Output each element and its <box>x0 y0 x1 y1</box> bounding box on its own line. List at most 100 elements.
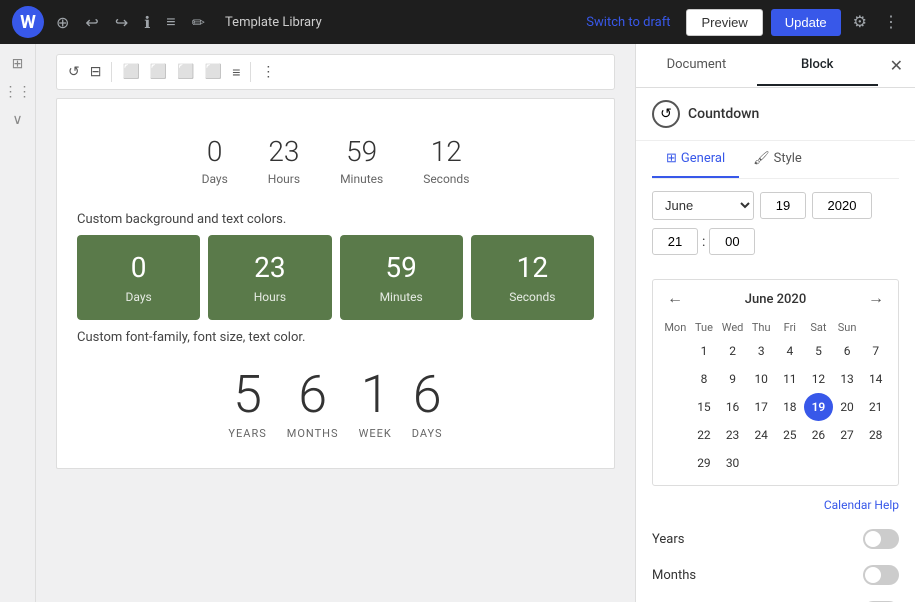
calendar-title: June 2020 <box>745 292 806 307</box>
cal-day-3[interactable]: 3 <box>747 337 776 365</box>
countdown-large-days3-value: 6 <box>412 369 443 421</box>
cal-day-19-today[interactable]: 19 <box>804 393 833 421</box>
cal-day-20[interactable]: 20 <box>833 393 862 421</box>
day-input[interactable] <box>760 192 806 219</box>
cal-day-29[interactable]: 29 <box>690 449 719 477</box>
section-text-2: Custom font-family, font size, text colo… <box>77 320 594 353</box>
settings-icon[interactable]: ⚙ <box>849 8 871 36</box>
countdown-minutes-value-1: 59 <box>340 135 383 168</box>
cal-day-2[interactable]: 2 <box>718 337 747 365</box>
toggle-years[interactable] <box>863 529 899 549</box>
cal-day-25[interactable]: 25 <box>776 421 805 449</box>
countdown-colored-unit-hours: 23 Hours <box>208 235 331 320</box>
cal-day-7[interactable]: 7 <box>861 337 890 365</box>
year-input[interactable] <box>812 192 872 219</box>
align-justify-icon[interactable]: ⬜ <box>202 61 225 83</box>
switch-draft-link[interactable]: Switch to draft <box>586 15 670 30</box>
style-icon: 🖌 <box>753 151 770 166</box>
cal-day-26[interactable]: 26 <box>804 421 833 449</box>
cal-day-30[interactable]: 30 <box>718 449 747 477</box>
cal-day-21[interactable]: 21 <box>861 393 890 421</box>
cal-day-8[interactable]: 8 <box>690 365 719 393</box>
minute-input[interactable] <box>709 228 755 255</box>
calendar: ← June 2020 → Mon Tue Wed Thu Fri Sat Su… <box>652 279 899 486</box>
calendar-help-row: Calendar Help <box>636 498 915 521</box>
cal-day-1[interactable]: 1 <box>690 337 719 365</box>
countdown-large: 5 YEARS 6 MONTHS 1 WEEK 6 DAYS <box>77 353 594 448</box>
calendar-help-link[interactable]: Calendar Help <box>824 498 899 512</box>
cal-day-28[interactable]: 28 <box>861 421 890 449</box>
tab-document[interactable]: Document <box>636 45 757 86</box>
weekday-thu: Thu <box>747 318 776 337</box>
sub-tab-general[interactable]: ⊞ General <box>652 141 739 178</box>
cal-day-22[interactable]: 22 <box>690 421 719 449</box>
countdown-large-week-label: WEEK <box>359 427 392 440</box>
cal-day-18[interactable]: 18 <box>776 393 805 421</box>
more-options-icon[interactable]: ⋮ <box>879 8 903 36</box>
calendar-week-1: 1 2 3 4 5 6 7 <box>661 337 890 365</box>
cal-day-6[interactable]: 6 <box>833 337 862 365</box>
wp-logo[interactable]: W <box>12 6 44 38</box>
text-align-icon[interactable]: ≡ <box>229 61 243 84</box>
countdown-large-months-label: MONTHS <box>287 427 339 440</box>
align-icon[interactable]: ⊟ <box>87 61 105 83</box>
edit-icon[interactable]: ✏ <box>188 9 209 36</box>
cal-day-empty <box>661 449 690 477</box>
cal-day-23[interactable]: 23 <box>718 421 747 449</box>
block-mover-icon[interactable]: ⊞ <box>8 52 28 76</box>
tab-block[interactable]: Block <box>757 45 878 86</box>
toggle-months[interactable] <box>863 565 899 585</box>
calendar-next-button[interactable]: → <box>862 288 890 310</box>
add-block-icon[interactable]: ⊕ <box>52 9 73 36</box>
cal-day-9[interactable]: 9 <box>718 365 747 393</box>
sub-tab-style[interactable]: 🖌 Style <box>739 141 816 178</box>
month-select[interactable]: June JanuaryFebruaryMarch AprilMayJuly A… <box>652 191 754 220</box>
cal-day-15[interactable]: 15 <box>690 393 719 421</box>
align-center-icon[interactable]: ⬜ <box>147 61 170 83</box>
general-icon: ⊞ <box>666 151 677 166</box>
hour-input[interactable] <box>652 228 698 255</box>
countdown-colored-minutes-label: Minutes <box>348 290 455 304</box>
cal-day-13[interactable]: 13 <box>833 365 862 393</box>
countdown-large-days3-label: DAYS <box>412 427 443 440</box>
align-left-icon[interactable]: ⬜ <box>119 61 142 83</box>
calendar-prev-button[interactable]: ← <box>661 288 689 310</box>
cal-day-14[interactable]: 14 <box>861 365 890 393</box>
cal-day-5[interactable]: 5 <box>804 337 833 365</box>
countdown-large-unit-week: 1 WEEK <box>359 369 392 440</box>
update-button[interactable]: Update <box>771 9 841 36</box>
cal-day-17[interactable]: 17 <box>747 393 776 421</box>
expand-icon[interactable]: ∨ <box>8 108 26 132</box>
countdown-colored: 0 Days 23 Hours 59 Minutes 12 Seconds <box>77 235 594 320</box>
block-title-row: ↺ Countdown <box>636 88 915 141</box>
weekday-fri: Fri <box>776 318 805 337</box>
more-block-options-icon[interactable]: ⋮ <box>258 61 278 83</box>
drag-handle-icon[interactable]: ⋮⋮ <box>0 80 36 104</box>
cal-day-4[interactable]: 4 <box>776 337 805 365</box>
align-right-icon[interactable]: ⬜ <box>174 61 197 83</box>
calendar-week-5: 29 30 <box>661 449 890 477</box>
cal-day-27[interactable]: 27 <box>833 421 862 449</box>
list-view-icon[interactable]: ≡ <box>162 8 179 36</box>
cal-day-12[interactable]: 12 <box>804 365 833 393</box>
undo-icon[interactable]: ↩ <box>81 9 102 36</box>
calendar-week-4: 22 23 24 25 26 27 28 <box>661 421 890 449</box>
countdown-days-label-1: Days <box>202 172 228 186</box>
cal-day-10[interactable]: 10 <box>747 365 776 393</box>
cal-day-11[interactable]: 11 <box>776 365 805 393</box>
panel-close-button[interactable]: ✕ <box>878 48 915 83</box>
redo-icon[interactable]: ↪ <box>111 9 132 36</box>
countdown-large-unit-years: 5 YEARS <box>228 369 266 440</box>
rotate-icon[interactable]: ↺ <box>65 61 83 83</box>
info-icon[interactable]: ℹ <box>140 9 154 36</box>
cal-day-16[interactable]: 16 <box>718 393 747 421</box>
block-toolbar: ↺ ⊟ ⬜ ⬜ ⬜ ⬜ ≡ ⋮ <box>56 54 615 90</box>
countdown-colored-hours-label: Hours <box>216 290 323 304</box>
time-separator: : <box>702 234 705 250</box>
weekday-mon: Mon <box>661 318 690 337</box>
toggle-years-label: Years <box>652 532 684 547</box>
cal-day-24[interactable]: 24 <box>747 421 776 449</box>
preview-button[interactable]: Preview <box>686 9 762 36</box>
editor-area: ↺ ⊟ ⬜ ⬜ ⬜ ⬜ ≡ ⋮ 0 Days 23 Hours <box>36 44 635 602</box>
cal-day-empty <box>661 393 690 421</box>
